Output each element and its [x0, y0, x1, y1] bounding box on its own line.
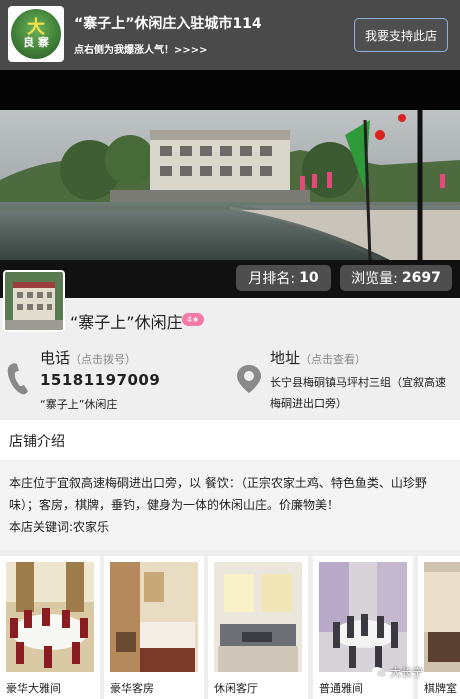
gallery-photo: [424, 562, 460, 672]
rank-label: 月排名:: [248, 271, 296, 287]
contact-section: 电话（点击拨号） 15181197009 “寨子上”休闲庄 地址（点击查看） 长…: [0, 340, 460, 420]
intro-keywords: 本店关键词:农家乐: [9, 520, 110, 534]
intro-text: 本庄位于宜叙高速梅硐进出口旁，以 餐饮：（正宗农家土鸡、特色鱼类、山珍野味）；客…: [9, 476, 427, 512]
phone-title: 电话: [40, 349, 71, 367]
gallery-caption: 豪华大雅间: [6, 682, 61, 695]
view-count-badge: 浏览量: 2697: [340, 265, 452, 291]
logo-text-main: 大: [27, 17, 45, 38]
intro-heading: 店铺介绍: [9, 434, 65, 450]
wechat-icon: [372, 667, 386, 677]
gallery-photo: [214, 562, 302, 672]
gallery-card[interactable]: 休闲客厅: [208, 556, 308, 699]
top-banner: 大 良 寨 “寨子上”休闲庄入驻城市114 点右侧为我爆涨人气！>>>> 我要支…: [0, 0, 460, 70]
gallery-photo: [6, 562, 94, 672]
gallery-card[interactable]: 棋牌室: [418, 556, 460, 699]
banner-subtitle: 点右侧为我爆涨人气！>>>>: [74, 45, 208, 56]
logo-text-sub: 良 寨: [23, 36, 49, 49]
gallery-caption: 休闲客厅: [214, 682, 258, 695]
stats-bar: 月排名: 10 浏览量: 2697: [0, 260, 460, 298]
banner-title: “寨子上”休闲庄入驻城市114: [74, 16, 262, 32]
gallery-card[interactable]: 豪华客房: [104, 556, 204, 699]
gallery-caption: 普通雅间: [319, 682, 363, 695]
intro-body: 本庄位于宜叙高速梅硐进出口旁，以 餐饮：（正宗农家土鸡、特色鱼类、山珍野味）；客…: [0, 461, 460, 551]
hero-photo: [0, 110, 460, 260]
phone-number[interactable]: 15181197009: [40, 371, 160, 389]
address-section[interactable]: 地址（点击查看）: [270, 347, 366, 368]
support-shop-button[interactable]: 我要支持此店: [354, 18, 448, 52]
gallery-photo: [319, 562, 407, 672]
views-value: 2697: [401, 270, 441, 286]
shop-thumbnail[interactable]: [3, 270, 65, 332]
intro-header: 店铺介绍: [0, 420, 460, 460]
wechat-watermark: 大长宁: [372, 664, 423, 680]
phone-hint: （点击拨号）: [70, 353, 137, 366]
hero-top-band: [0, 70, 460, 110]
watermark-text: 大长宁: [390, 666, 423, 679]
rating-badge: 4★: [182, 313, 204, 326]
phone-icon[interactable]: [6, 362, 30, 396]
gallery-card[interactable]: 豪华大雅间: [0, 556, 100, 699]
rank-value: 10: [299, 270, 319, 286]
views-label: 浏览量:: [351, 271, 398, 287]
shop-name-row: “寨子上”休闲庄 4★: [0, 298, 460, 340]
address-text[interactable]: 长宁县梅硐镇马坪村三组（宜叙高速梅硐进出口旁）: [270, 372, 455, 414]
phone-section[interactable]: 电话（点击拨号）: [40, 347, 136, 368]
gallery-caption: 豪华客房: [110, 682, 154, 695]
gallery-caption: 棋牌室: [424, 682, 457, 695]
shop-name: “寨子上”休闲庄: [70, 313, 183, 332]
location-pin-icon[interactable]: [236, 364, 262, 394]
gallery-photo: [110, 562, 198, 672]
address-hint: （点击查看）: [300, 353, 367, 366]
phone-contact-name: “寨子上”休闲庄: [40, 398, 118, 411]
address-title: 地址: [270, 349, 301, 367]
monthly-rank-badge: 月排名: 10: [236, 265, 331, 291]
shop-logo: 大 良 寨: [8, 6, 64, 62]
